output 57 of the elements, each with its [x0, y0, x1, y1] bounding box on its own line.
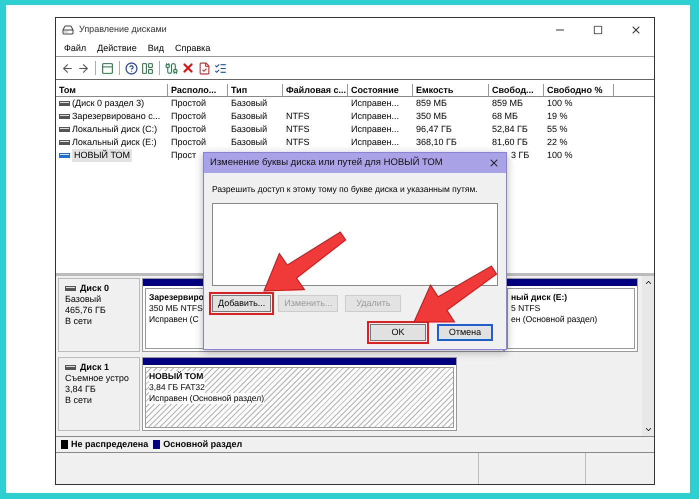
table-cell-text: 350 МБ	[416, 110, 447, 123]
partition-text: Зарезервиро	[149, 292, 204, 303]
table-cell: НОВЫЙ ТОМ	[72, 148, 132, 162]
table-cell-text: NTFS	[286, 110, 310, 123]
partition-text: 5 NTFS	[511, 303, 540, 314]
table-cell-text: Простой	[171, 110, 206, 123]
table-cell-text: (Диск 0 раздел 3)	[72, 96, 144, 110]
table-cell-text: 859 МБ	[416, 96, 447, 110]
table-cell-text: Базовый	[231, 110, 268, 123]
table-cell-text: Базовый	[231, 136, 268, 149]
window-title: Управление дисками	[79, 23, 167, 36]
dialog-title: Изменение буквы диска или путей для НОВЫЙ ТОМ	[210, 156, 443, 170]
disk-info: В сети	[65, 316, 93, 327]
disk-info: В сети	[65, 395, 93, 406]
table-cell-text: Простой	[171, 122, 206, 136]
table-cell-text: Базовый	[231, 96, 268, 110]
partition-text: Исправен (Основной раздел)	[149, 393, 264, 404]
legend-label: Основной раздел	[163, 438, 242, 451]
partition-text: ен (Основной раздел)	[511, 314, 598, 325]
partition-text: ный диск (E:)	[511, 292, 568, 303]
table-cell-text: NTFS	[286, 136, 310, 149]
partition-text: 350 МБ NTFS	[149, 303, 203, 314]
table-cell-text: 52,84 ГБ	[492, 122, 528, 136]
table-cell-text: Базовый	[231, 122, 268, 136]
table-cell-text: 68 МБ	[492, 110, 518, 123]
table-cell-text: Исправен...	[351, 122, 400, 136]
table-cell-text: 368,10 ГБ	[416, 136, 457, 149]
partition-text: 3,84 ГБ FAT32	[149, 382, 205, 393]
table-cell-text: Исправен...	[351, 136, 400, 149]
table-cell-text: Простой	[171, 96, 206, 110]
partition-text: Исправен (С	[149, 314, 199, 325]
table-cell-text: 3 ГБ	[511, 148, 530, 162]
disk-name: Диск 0	[80, 283, 109, 294]
table-cell-text: 859 МБ	[492, 96, 523, 110]
disk-info: Базовый	[65, 294, 102, 305]
table-cell-text: Локальный диск (C:)	[72, 122, 158, 136]
disk-info: 465,76 ГБ	[65, 305, 107, 316]
partition-text: НОВЫЙ ТОМ	[149, 371, 204, 382]
table-cell-text: 19 %	[547, 110, 568, 123]
disk-name: Диск 1	[80, 362, 109, 373]
table-cell-text: Исправен...	[351, 110, 400, 123]
table-cell-text: 22 %	[547, 136, 568, 149]
table-cell-text: 81,60 ГБ	[492, 136, 528, 149]
table-cell-text: Простой	[171, 136, 206, 149]
table-cell-text: NTFS	[286, 122, 310, 136]
table-cell-text: Прост	[171, 148, 196, 162]
table-cell-text: 100 %	[547, 96, 573, 110]
table-cell-text: Зарезервировано с...	[72, 110, 160, 123]
table-cell-text: Локальный диск (E:)	[72, 136, 157, 149]
legend-label: Не распределена	[71, 438, 148, 451]
table-cell-text: 55 %	[547, 122, 568, 136]
table-cell-text: 100 %	[547, 148, 573, 162]
disk-info: 3,84 ГБ	[65, 384, 97, 395]
dialog-prompt: Разрешить доступ к этому тому по букве диска и указанным путям.	[212, 183, 479, 196]
disk-info: Съемное устро	[65, 373, 130, 384]
table-cell-text: 96,47 ГБ	[416, 122, 452, 136]
table-cell-text: Исправен...	[351, 96, 400, 110]
